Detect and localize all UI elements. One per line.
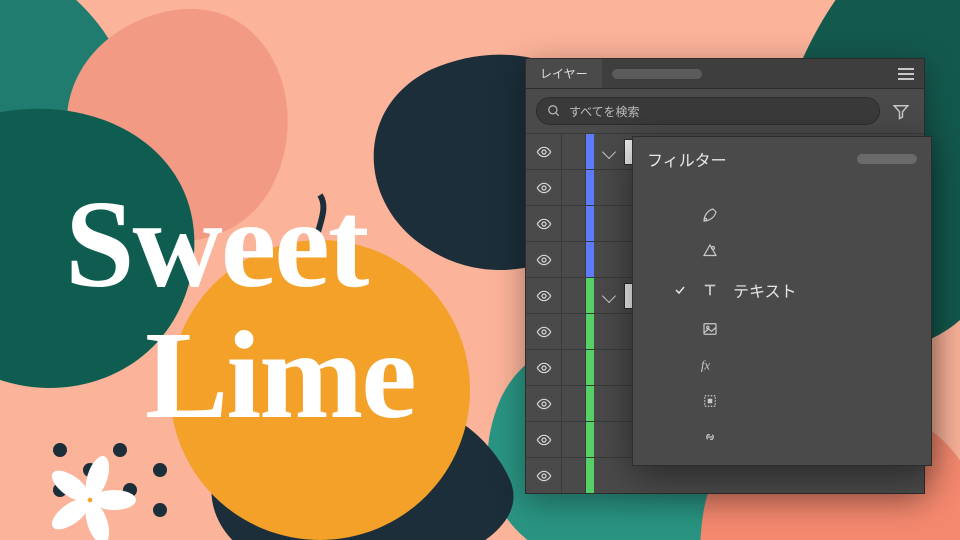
layer-color-bar	[586, 242, 594, 277]
lock-cell[interactable]	[562, 170, 586, 205]
pixel-icon	[699, 392, 721, 410]
filter-flyout: フィルター テキスト fx	[632, 136, 932, 466]
lock-cell[interactable]	[562, 206, 586, 241]
panel-menu-icon[interactable]	[898, 68, 914, 80]
filter-item-label: テキスト	[733, 278, 797, 302]
lock-cell[interactable]	[562, 422, 586, 457]
layers-tab[interactable]: レイヤー	[526, 59, 602, 88]
shape-icon	[699, 242, 721, 260]
svg-text:fx: fx	[701, 359, 711, 373]
layer-color-bar	[586, 134, 594, 169]
filter-flyout-header: フィルター	[633, 137, 931, 183]
layer-color-bar	[586, 170, 594, 205]
visibility-toggle[interactable]	[526, 350, 562, 385]
visibility-toggle[interactable]	[526, 206, 562, 241]
layer-color-bar	[586, 458, 594, 493]
visibility-toggle[interactable]	[526, 242, 562, 277]
layer-color-bar	[586, 278, 594, 313]
panel-header-placeholder	[612, 69, 702, 79]
visibility-toggle[interactable]	[526, 386, 562, 421]
search-placeholder: すべてを検索	[569, 103, 639, 120]
filter-header-placeholder	[857, 154, 917, 164]
filter-item-link[interactable]	[633, 419, 931, 455]
filter-item-text[interactable]: テキスト	[633, 269, 931, 311]
artwork-title-line1: Sweet	[65, 180, 415, 311]
visibility-toggle[interactable]	[526, 278, 562, 313]
search-row: すべてを検索	[526, 89, 924, 133]
lock-cell[interactable]	[562, 386, 586, 421]
lock-cell[interactable]	[562, 314, 586, 349]
filter-section-label	[633, 183, 931, 197]
lock-cell[interactable]	[562, 350, 586, 385]
layer-color-bar	[586, 422, 594, 457]
image-icon	[699, 320, 721, 338]
panel-header: レイヤー	[526, 59, 924, 89]
layer-color-bar	[586, 386, 594, 421]
artwork-title-line2: Lime	[145, 311, 415, 442]
artwork-title: Sweet Lime	[65, 180, 415, 443]
visibility-toggle[interactable]	[526, 314, 562, 349]
search-input[interactable]: すべてを検索	[536, 97, 880, 125]
chevron-down-icon[interactable]	[602, 144, 616, 158]
lock-cell[interactable]	[562, 242, 586, 277]
pen-icon	[699, 206, 721, 224]
visibility-toggle[interactable]	[526, 170, 562, 205]
filter-item-shape[interactable]	[633, 233, 931, 269]
funnel-icon	[892, 102, 910, 120]
visibility-toggle[interactable]	[526, 134, 562, 169]
filter-item-image[interactable]	[633, 311, 931, 347]
chevron-down-icon[interactable]	[602, 288, 616, 302]
filter-button[interactable]	[888, 98, 914, 124]
filter-item-fx[interactable]: fx	[633, 347, 931, 383]
visibility-toggle[interactable]	[526, 458, 562, 493]
visibility-toggle[interactable]	[526, 422, 562, 457]
link-icon	[699, 428, 721, 446]
lock-cell[interactable]	[562, 278, 586, 313]
filter-items: テキスト fx	[633, 197, 931, 455]
filter-title: フィルター	[647, 147, 727, 171]
search-icon	[547, 104, 561, 118]
filter-item-pixel[interactable]	[633, 383, 931, 419]
layer-color-bar	[586, 350, 594, 385]
fx-icon: fx	[699, 356, 721, 374]
lock-cell[interactable]	[562, 458, 586, 493]
layer-color-bar	[586, 206, 594, 241]
layer-color-bar	[586, 314, 594, 349]
check-icon	[673, 284, 687, 296]
lock-cell[interactable]	[562, 134, 586, 169]
filter-item-pen[interactable]	[633, 197, 931, 233]
text-icon	[699, 281, 721, 299]
